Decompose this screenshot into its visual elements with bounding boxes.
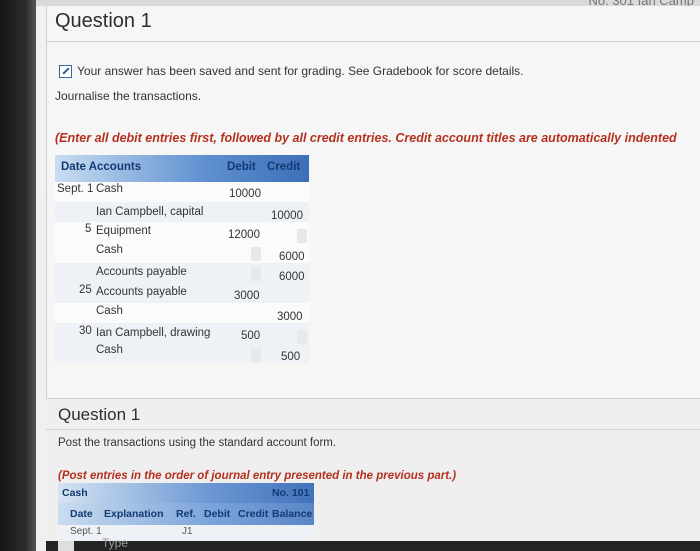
saved-message: Your answer has been saved and sent for … bbox=[59, 64, 524, 78]
windows-icon[interactable] bbox=[58, 541, 74, 551]
row-debit[interactable]: 500 bbox=[241, 330, 260, 342]
question-title: Question 1 bbox=[55, 10, 152, 32]
header-debit: Debit bbox=[204, 508, 231, 520]
journal-table: Date Accounts Debit Credit Sept. 1 Cash … bbox=[55, 155, 309, 363]
screen: No. 301 Ian Camp Question 1 Your answer … bbox=[0, 0, 700, 551]
row-account[interactable]: Ian Campbell, capital bbox=[96, 206, 203, 218]
taskbar: Type bbox=[46, 536, 700, 551]
posting-card: Question 1 Post the transactions using t… bbox=[46, 398, 700, 551]
header-explanation: Explanation bbox=[104, 508, 164, 520]
row-account[interactable]: Cash bbox=[96, 244, 123, 256]
question-title: Question 1 bbox=[58, 405, 141, 424]
table-row: Sept. 1 J1 bbox=[58, 525, 314, 541]
credit-input[interactable] bbox=[297, 330, 307, 344]
row-date: 30 bbox=[79, 325, 92, 337]
row-credit[interactable]: 500 bbox=[281, 351, 300, 363]
instruction-note: (Enter all debit entries first, followed… bbox=[55, 131, 677, 145]
divider bbox=[47, 41, 700, 42]
row-credit[interactable]: 6000 bbox=[279, 271, 305, 283]
monitor-bezel bbox=[0, 0, 36, 551]
debit-input[interactable] bbox=[251, 247, 261, 261]
instruction-text: Journalise the transactions. bbox=[55, 89, 202, 103]
header-ref: Ref. bbox=[176, 508, 196, 520]
row-account[interactable]: Cash bbox=[96, 344, 123, 356]
header-balance: Balance bbox=[272, 508, 313, 520]
row-account[interactable]: Cash bbox=[96, 305, 123, 317]
row-date: Sept. 1 bbox=[57, 183, 94, 195]
row-account[interactable]: Equipment bbox=[96, 225, 151, 237]
divider bbox=[46, 429, 700, 430]
row-debit[interactable]: 10000 bbox=[229, 188, 261, 200]
instruction-text: Post the transactions using the standard… bbox=[58, 437, 337, 449]
ledger-column-header: Date Explanation Ref. Debit Credit Balan… bbox=[58, 503, 314, 525]
row-credit[interactable]: 6000 bbox=[279, 251, 305, 263]
saved-message-text: Your answer has been saved and sent for … bbox=[77, 64, 524, 78]
header-credit: Credit bbox=[267, 161, 301, 173]
ledger-account-number: No. 101 bbox=[272, 487, 310, 499]
taskbar-search[interactable]: Type bbox=[102, 536, 128, 550]
table-row bbox=[55, 343, 309, 363]
row-account[interactable]: Accounts payable bbox=[96, 266, 187, 278]
row-account[interactable]: Ian Campbell, drawing bbox=[96, 327, 210, 339]
row-account[interactable]: Accounts payable bbox=[96, 286, 187, 298]
edit-icon bbox=[59, 64, 72, 78]
row-account[interactable]: Cash bbox=[96, 183, 123, 195]
journal-header: Date Accounts Debit Credit bbox=[55, 155, 309, 182]
header-date-accounts: Date Accounts bbox=[61, 161, 142, 173]
ledger-account-header: Cash No. 101 bbox=[58, 483, 314, 503]
row-credit[interactable]: 10000 bbox=[271, 210, 303, 222]
header-credit: Credit bbox=[238, 508, 269, 520]
debit-input[interactable] bbox=[251, 348, 261, 362]
row-ref[interactable]: J1 bbox=[182, 526, 193, 537]
question-card: Question 1 Your answer has been saved an… bbox=[46, 6, 700, 398]
row-debit[interactable]: 12000 bbox=[228, 229, 260, 241]
row-date[interactable]: Sept. 1 bbox=[70, 526, 102, 537]
instruction-note: (Post entries in the order of journal en… bbox=[58, 470, 457, 482]
row-debit[interactable]: 3000 bbox=[234, 290, 260, 302]
ledger-account-name: Cash bbox=[62, 487, 88, 499]
debit-input[interactable] bbox=[251, 267, 261, 281]
row-credit[interactable]: 3000 bbox=[277, 311, 303, 323]
header-debit: Debit bbox=[227, 161, 256, 173]
row-date: 25 bbox=[79, 284, 92, 296]
row-date: 5 bbox=[85, 223, 92, 235]
header-date: Date bbox=[70, 508, 93, 520]
credit-input[interactable] bbox=[297, 229, 307, 243]
